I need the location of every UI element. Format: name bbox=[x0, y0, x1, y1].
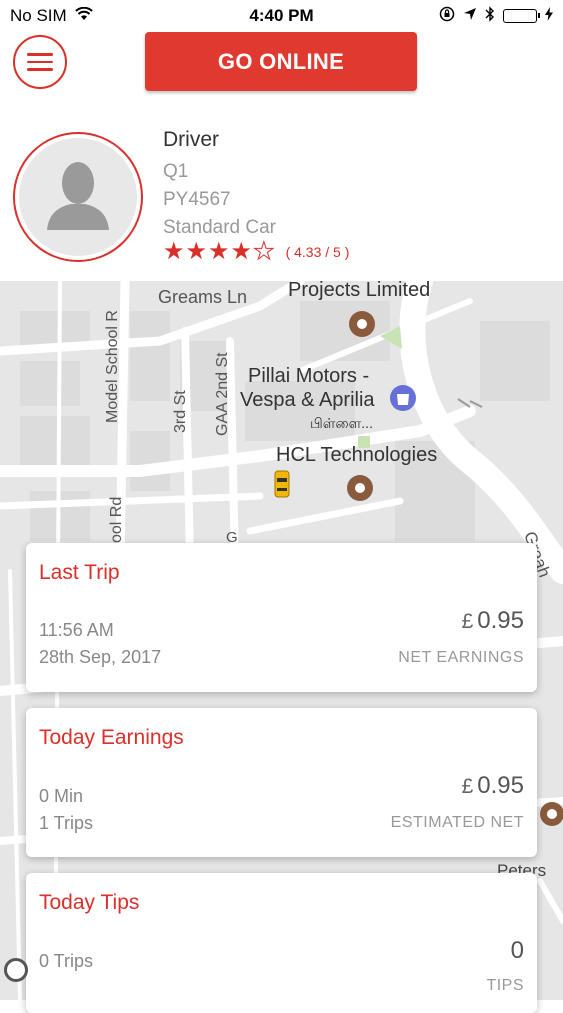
menu-bar-icon bbox=[27, 60, 53, 64]
trip-date: 28th Sep, 2017 bbox=[39, 647, 162, 667]
status-bar: No SIM 4:40 PM bbox=[0, 0, 563, 32]
battery-icon bbox=[503, 9, 540, 23]
vehicle-plate: PY4567 bbox=[163, 189, 231, 210]
person-placeholder-icon bbox=[19, 138, 137, 256]
card-title: Today Earnings bbox=[39, 726, 184, 749]
map-label-vespa-aprilia: Vespa & Aprilia bbox=[240, 389, 375, 411]
charging-bolt-icon bbox=[545, 7, 553, 25]
orientation-lock-icon bbox=[439, 6, 455, 26]
hamburger-menu-button[interactable] bbox=[13, 35, 67, 89]
map-label-gaa-2nd-st: GAA 2nd St bbox=[214, 352, 231, 436]
map-label-ol-rd: ool Rd bbox=[108, 496, 125, 543]
star-empty-icon: ★ bbox=[253, 238, 275, 265]
driver-code: Q1 bbox=[163, 161, 189, 182]
star-filled-icon: ★ bbox=[163, 238, 185, 265]
today-tips-card[interactable]: Today Tips 0 Trips 0 TIPS bbox=[26, 873, 537, 1013]
map-label-greams-ln: Greams Ln bbox=[158, 287, 248, 307]
driver-rating: ★ ★ ★ ★ ★ ( 4.33 / 5 ) bbox=[163, 238, 350, 265]
tips-caption: TIPS bbox=[486, 977, 524, 994]
menu-bar-icon bbox=[27, 53, 53, 56]
card-title: Today Tips bbox=[39, 891, 140, 914]
card-title: Last Trip bbox=[39, 561, 120, 584]
tips-trip-count: 0 Trips bbox=[39, 951, 94, 971]
trip-count: 1 Trips bbox=[39, 813, 94, 833]
online-minutes: 0 Min bbox=[39, 786, 84, 806]
map-attribution-icon bbox=[4, 958, 28, 982]
location-arrow-icon bbox=[463, 7, 477, 25]
map-label-projects-limited: Projects Limited bbox=[288, 281, 431, 301]
today-earnings-card[interactable]: Today Earnings 0 Min 1 Trips £0.95 ESTIM… bbox=[26, 708, 537, 857]
menu-bar-icon bbox=[27, 68, 53, 71]
star-filled-icon: ★ bbox=[208, 238, 230, 265]
map-label-tamil: பிள்ளை... bbox=[310, 415, 373, 431]
trip-time: 11:56 AM bbox=[39, 620, 114, 640]
net-earnings-amount: £0.95 bbox=[462, 607, 524, 635]
rating-value: ( 4.33 / 5 ) bbox=[285, 244, 350, 260]
currency-symbol: £ bbox=[461, 610, 474, 633]
map-label-model-school-rd: Model School R bbox=[104, 310, 121, 423]
status-right bbox=[439, 6, 553, 26]
amount-value: 0.95 bbox=[477, 772, 524, 799]
map-label-pillai-motors: Pillai Motors - bbox=[248, 365, 370, 387]
last-trip-card[interactable]: Last Trip 11:56 AM 28th Sep, 2017 £0.95 … bbox=[26, 543, 537, 692]
map-label-3rd-st: 3rd St bbox=[172, 390, 189, 433]
driver-name: Driver bbox=[163, 128, 219, 151]
amount-value: 0.95 bbox=[477, 607, 524, 634]
net-earnings-caption: NET EARNINGS bbox=[398, 649, 524, 666]
go-online-button[interactable]: GO ONLINE bbox=[145, 32, 417, 91]
estimated-net-caption: ESTIMATED NET bbox=[390, 814, 524, 831]
tips-amount: 0 bbox=[510, 937, 524, 964]
star-filled-icon: ★ bbox=[185, 238, 208, 265]
star-filled-icon: ★ bbox=[230, 238, 253, 265]
driver-avatar[interactable] bbox=[13, 132, 143, 262]
currency-symbol: £ bbox=[461, 775, 474, 798]
bluetooth-icon bbox=[485, 6, 495, 26]
map-label-hcl: HCL Technologies bbox=[276, 444, 438, 466]
estimated-net-amount: £0.95 bbox=[462, 772, 524, 800]
vehicle-type: Standard Car bbox=[163, 217, 277, 238]
